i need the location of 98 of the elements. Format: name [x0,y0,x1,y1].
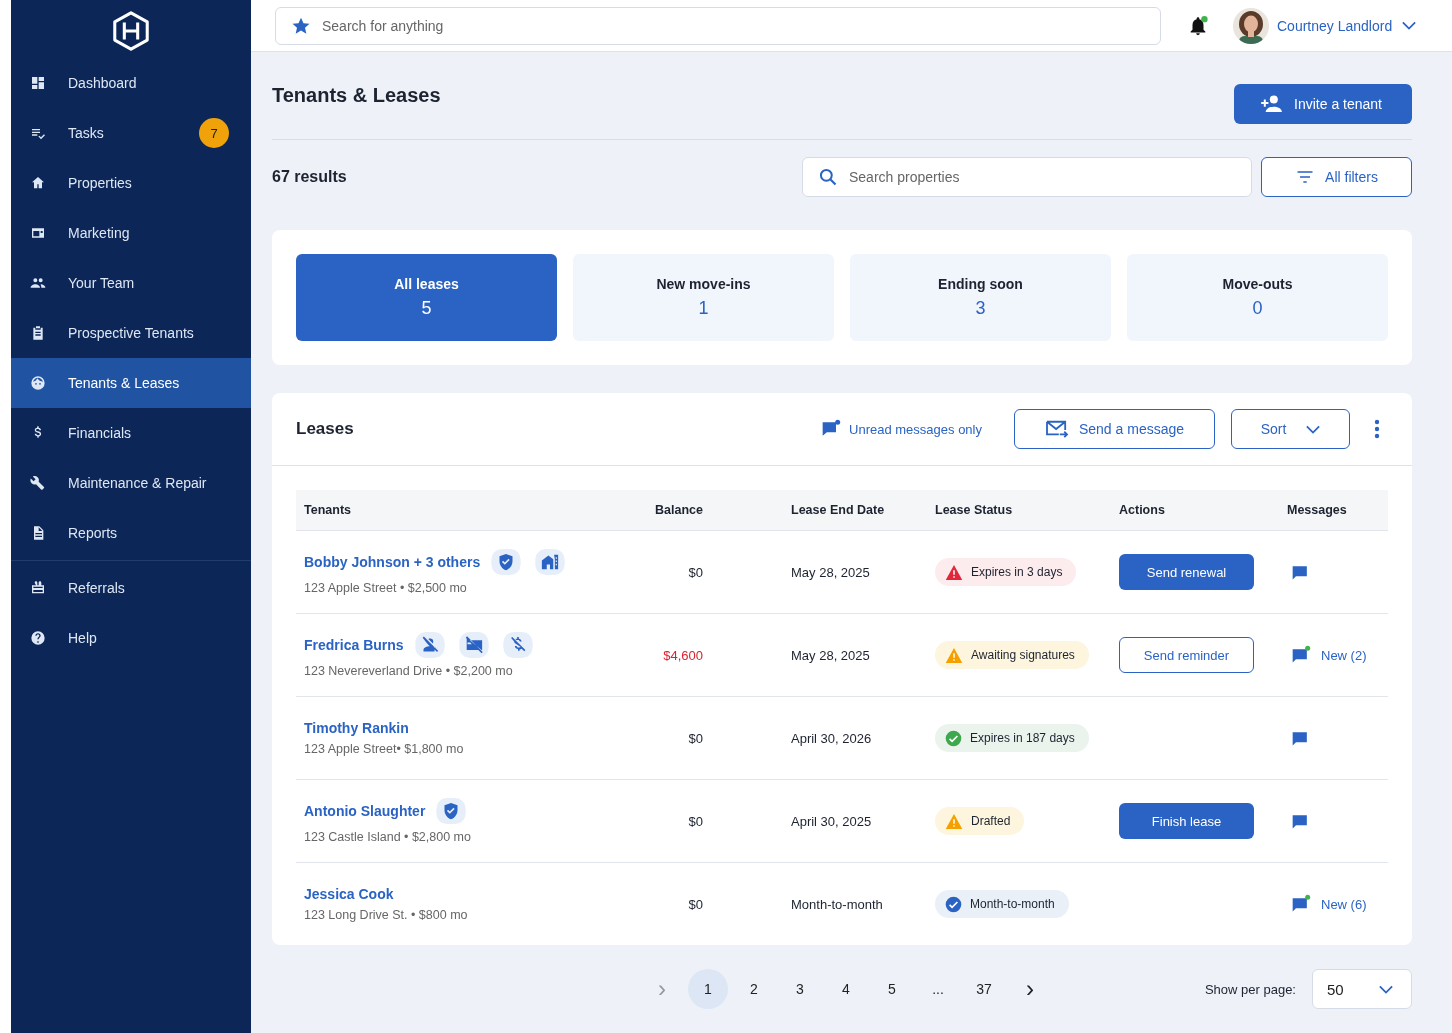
chat-icon[interactable] [1291,645,1311,665]
column-header: Actions [1118,503,1166,517]
search-icon [818,167,838,187]
row-action-button[interactable]: Send renewal [1119,554,1254,590]
user-menu[interactable]: Courtney Landlord [1277,17,1417,34]
warning-icon [945,812,963,830]
status-chip: Month-to-month [935,890,1069,918]
column-header: Lease Status [934,503,1014,517]
row-action-button[interactable]: Send reminder [1119,637,1254,673]
invite-tenant-button[interactable]: Invite a tenant [1234,83,1412,124]
status-chip: Awaiting signatures [935,641,1089,669]
new-messages-link[interactable]: New (2) [1321,647,1367,663]
search-field[interactable]: Search properties [802,157,1252,197]
clipboard-icon [30,325,46,341]
balance-text: $0 [688,730,703,746]
section-title: Leases [296,419,355,439]
summary-tab[interactable]: All leases 5 [296,254,557,341]
sidebar-item[interactable]: Prospective Tenants [11,308,251,358]
next-page-button[interactable]: › [1010,969,1050,1009]
sidebar-item[interactable]: Properties [11,158,251,208]
chevron-down-icon [1402,21,1417,30]
card-icon [30,225,46,241]
wrench-icon [30,475,46,491]
row-action-button[interactable]: Finish lease [1119,803,1254,839]
column-header: Tenants [303,503,352,517]
sidebar-item[interactable]: Help [11,613,251,663]
results-count: 67 results [272,168,348,186]
chat-icon[interactable] [1291,894,1311,914]
status-chip: Expires in 187 days [935,724,1089,752]
page-button[interactable]: ... [918,969,958,1009]
page-title: Tenants & Leases [272,84,441,107]
more-icon[interactable] [1374,419,1380,439]
tenant-link[interactable]: Timothy Rankin [304,720,409,736]
add-person-icon [1260,94,1285,113]
address-text: 123 Apple Street • $2,500 mo [304,581,468,595]
end-date-text: May 28, 2025 [791,564,870,580]
end-date-text: April 30, 2026 [791,730,872,746]
sidebar-item[interactable]: Tasks 7 [11,108,251,158]
unread-filter-link[interactable]: Unread messages only [821,419,982,439]
page-button[interactable]: 5 [872,969,912,1009]
sort-button[interactable]: Sort [1231,409,1350,449]
summary-tab[interactable]: Ending soon 3 [850,254,1111,341]
logo-icon[interactable] [110,10,152,52]
page-button[interactable]: 2 [734,969,774,1009]
face-icon [30,375,46,391]
balance-text: $0 [688,813,703,829]
gift-icon [30,580,46,596]
column-header: Lease End Date [790,503,886,517]
dashboard-icon [30,75,46,91]
page-button[interactable]: 4 [826,969,866,1009]
mail-icon [1044,419,1069,439]
sidebar-item[interactable]: Tenants & Leases [11,358,251,408]
search-field[interactable]: Search for anything [275,6,1161,45]
sidebar-item[interactable]: Referrals [11,563,251,613]
sidebar-item[interactable]: Reports [11,508,251,558]
tenant-link[interactable]: Fredrica Burns [304,637,404,653]
warning-icon [945,563,963,581]
per-page-dropdown[interactable]: 50 [1312,969,1412,1009]
send-message-button[interactable]: Send a message [1014,409,1215,449]
check-circle-icon [945,729,962,747]
column-header: Balance [654,503,704,517]
chevron-down-icon [1379,984,1393,994]
address-text: 123 Apple Street• $1,800 mo [304,742,465,756]
tenant-link[interactable]: Antonio Slaughter [304,803,426,819]
new-messages-link[interactable]: New (6) [1321,896,1367,912]
home-icon [30,175,46,191]
summary-tab[interactable]: Move-outs 0 [1127,254,1388,341]
status-chip: Expires in 3 days [935,558,1077,586]
page-button[interactable]: 3 [780,969,820,1009]
sidebar-item[interactable]: Maintenance & Repair [11,458,251,508]
check-circle-icon [945,895,962,913]
sidebar-item[interactable]: Your Team [11,258,251,308]
sidebar-item[interactable]: Marketing [11,208,251,258]
column-header: Messages [1286,503,1348,517]
status-chip: Drafted [935,807,1025,835]
chevron-down-icon [1306,424,1321,434]
sidebar-item[interactable]: Dashboard [11,58,251,108]
tenant-link[interactable]: Jessica Cook [304,886,394,902]
balance-text: $0 [688,896,703,912]
address-text: 123 Long Drive St. • $800 mo [304,908,469,922]
page-button[interactable]: 37 [964,969,1004,1009]
address-text: 123 Castle Island • $2,800 mo [304,830,472,844]
warning-icon [945,646,963,664]
count-badge: 7 [199,118,229,148]
end-date-text: Month-to-month [791,896,883,912]
tenant-link[interactable]: Bobby Johnson + 3 others [304,554,481,570]
summary-tab[interactable]: New move-ins 1 [573,254,834,341]
balance-text: $0 [688,564,703,580]
address-text: 123 Nevereverland Drive • $2,200 mo [304,664,514,678]
end-date-text: April 30, 2025 [791,813,872,829]
sidebar-item[interactable]: Financials [11,408,251,458]
page-button[interactable]: 1 [688,969,728,1009]
all-filters-button[interactable]: All filters [1261,157,1412,197]
end-date-text: May 28, 2025 [791,647,870,663]
balance-text: $4,600 [663,647,703,663]
per-page-label: Show per page: [1204,981,1296,997]
help-icon [30,630,46,646]
team-icon [30,275,46,291]
